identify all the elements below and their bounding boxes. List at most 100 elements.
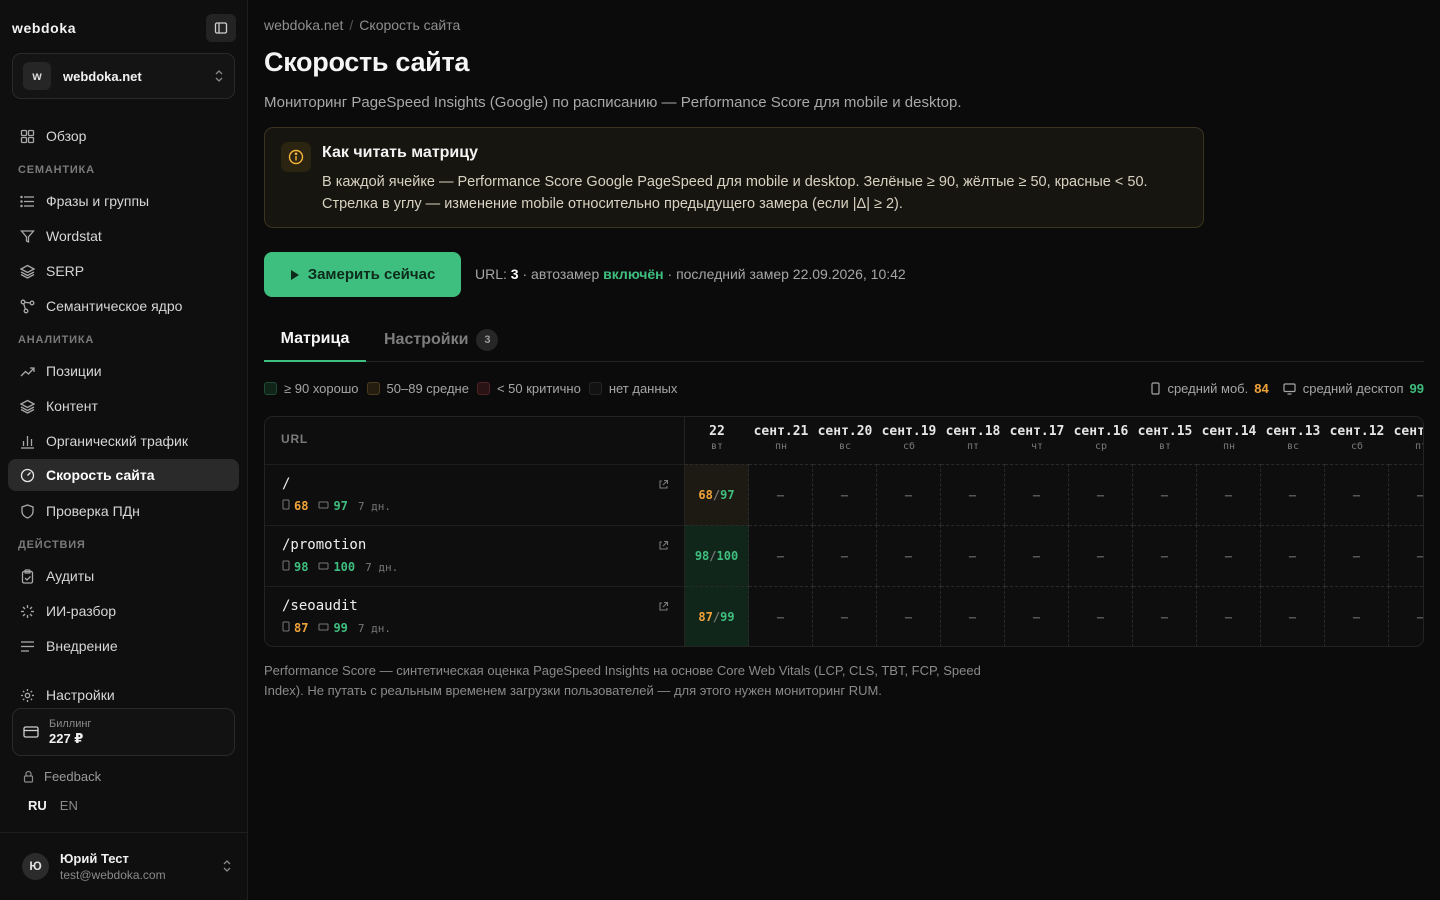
matrix-cell[interactable]: — <box>1197 586 1261 646</box>
tab-settings[interactable]: Настройки 3 <box>384 318 499 362</box>
matrix-cell[interactable]: — <box>1005 525 1069 586</box>
external-link-icon[interactable] <box>658 599 669 617</box>
lang-ru[interactable]: RU <box>28 798 47 813</box>
lock-icon <box>23 770 34 783</box>
billing-balance: 227 ₽ <box>49 730 84 746</box>
matrix-cell[interactable]: — <box>877 525 941 586</box>
matrix-cell[interactable]: — <box>813 525 877 586</box>
desktop-icon <box>1283 382 1296 395</box>
billing-card[interactable]: Биллинг 227 ₽ <box>12 708 235 756</box>
url-column: URL /68 97 7 дн./promotion 98 100 7 дн./seoau… <box>265 417 685 646</box>
tab-matrix[interactable]: Матрица <box>264 318 366 362</box>
table-row[interactable]: / 68 97 7 дн. <box>265 464 685 525</box>
matrix-cell[interactable]: — <box>1069 464 1133 525</box>
legend-swatch-bad <box>476 382 490 395</box>
matrix-cell[interactable]: — <box>813 464 877 525</box>
matrix-cell[interactable]: — <box>1133 586 1197 646</box>
sidebar-item-pdn-check[interactable]: Проверка ПДн <box>8 495 239 527</box>
matrix-cell[interactable]: — <box>749 464 813 525</box>
legend-good-label: ≥ 90 хорошо <box>284 381 359 396</box>
matrix-cell[interactable]: — <box>1261 525 1325 586</box>
legend-swatch-good <box>264 382 277 395</box>
matrix-cell[interactable]: — <box>1197 464 1261 525</box>
user-name: Юрий Тест <box>60 850 129 866</box>
matrix-cell[interactable]: — <box>1005 464 1069 525</box>
sidebar-item-content[interactable]: Контент <box>8 390 239 422</box>
matrix-cell[interactable]: — <box>813 586 877 646</box>
sidebar-item-settings[interactable]: Настройки <box>8 679 239 711</box>
matrix-cell[interactable]: — <box>1133 464 1197 525</box>
matrix-cell[interactable]: — <box>1005 586 1069 646</box>
breadcrumb: webdoka.net / Скорость сайта <box>264 17 460 33</box>
matrix-cell[interactable]: — <box>1261 586 1325 646</box>
sidebar-item-overview[interactable]: Обзор <box>8 120 239 152</box>
matrix-cell[interactable]: — <box>941 586 1005 646</box>
matrix-cell[interactable]: — <box>749 525 813 586</box>
matrix-cell[interactable]: 98/100 <box>685 525 749 586</box>
sidebar-item-label: Wordstat <box>46 228 102 244</box>
sidebar-item-wordstat[interactable]: Wordstat <box>8 220 239 252</box>
breadcrumb-root[interactable]: webdoka.net <box>264 17 343 33</box>
sidebar-item-site-speed[interactable]: Скорость сайта <box>8 459 239 491</box>
sidebar-item-audits[interactable]: Аудиты <box>8 560 239 592</box>
matrix-cell[interactable]: — <box>941 464 1005 525</box>
external-link-icon[interactable] <box>658 477 669 495</box>
url-path[interactable]: /seoaudit <box>282 598 358 614</box>
play-icon <box>290 269 299 280</box>
sidebar-item-organic-traffic[interactable]: Органический трафик <box>8 425 239 457</box>
lang-en[interactable]: EN <box>60 798 78 813</box>
matrix-cell[interactable]: — <box>1389 525 1423 586</box>
average-desktop-label: средний десктоп <box>1302 381 1404 396</box>
matrix-cell[interactable]: — <box>1133 525 1197 586</box>
table-row[interactable]: /seoaudit 87 99 7 дн. <box>265 586 685 646</box>
sidebar-item-semantic-core[interactable]: Семантическое ядро <box>8 290 239 322</box>
matrix-cell[interactable]: 68/97 <box>685 464 749 525</box>
sidebar-item-implementation[interactable]: Внедрение <box>8 630 239 662</box>
feedback-link[interactable]: Feedback <box>22 769 101 784</box>
date-label: сент.15 <box>1137 424 1193 439</box>
legend-bad-label: < 50 критично <box>496 381 581 396</box>
matrix-cell[interactable]: — <box>1261 464 1325 525</box>
measure-now-button[interactable]: Замерить сейчас <box>264 252 461 297</box>
collapse-sidebar-button[interactable] <box>206 14 236 42</box>
table-row[interactable]: /promotion 98 100 7 дн. <box>265 525 685 586</box>
brand-logo[interactable]: webdoka <box>12 20 76 36</box>
matrix-cell[interactable]: — <box>1389 586 1423 646</box>
user-menu[interactable]: Ю Юрий Тест test@webdoka.com <box>22 848 232 884</box>
empty-cell-dash: — <box>968 488 977 502</box>
divider <box>0 832 248 833</box>
legend-none-label: нет данных <box>608 381 678 396</box>
legend-good: ≥ 90 хорошо <box>264 381 359 396</box>
external-link-icon[interactable] <box>658 538 669 556</box>
layers-icon <box>19 263 35 279</box>
url-path[interactable]: /promotion <box>282 537 366 553</box>
sidebar-item-serp[interactable]: SERP <box>8 255 239 287</box>
matrix-cell[interactable]: — <box>877 464 941 525</box>
nav-section-semantics: СЕМАНТИКА <box>18 164 95 176</box>
matrix-cell[interactable]: — <box>1325 464 1389 525</box>
weekday-label: пн <box>1222 441 1236 452</box>
shield-icon <box>19 503 35 519</box>
gauge-icon <box>19 467 35 483</box>
matrix-cell[interactable]: 87/99 <box>685 586 749 646</box>
project-switcher[interactable]: w webdoka.net <box>12 53 235 99</box>
matrix-cell[interactable]: — <box>1069 586 1133 646</box>
matrix-cell[interactable]: — <box>1197 525 1261 586</box>
matrix-cell[interactable]: — <box>1389 464 1423 525</box>
matrix-cell[interactable]: — <box>941 525 1005 586</box>
sidebar-item-label: Проверка ПДн <box>46 503 140 519</box>
sidebar-item-ai-analysis[interactable]: ИИ-разбор <box>8 595 239 627</box>
matrix-cell[interactable]: — <box>749 586 813 646</box>
matrix-cell[interactable]: — <box>1325 586 1389 646</box>
matrix-cell[interactable]: — <box>1069 525 1133 586</box>
matrix-cell[interactable]: — <box>1325 525 1389 586</box>
empty-cell-dash: — <box>1352 549 1361 563</box>
mobile-icon <box>282 499 290 513</box>
empty-cell-dash: — <box>1096 549 1105 563</box>
sidebar-item-phrases[interactable]: Фразы и группы <box>8 185 239 217</box>
sidebar-item-positions[interactable]: Позиции <box>8 355 239 387</box>
project-name: webdoka.net <box>63 68 142 84</box>
matrix-cell[interactable]: — <box>877 586 941 646</box>
url-path[interactable]: / <box>282 476 290 492</box>
weekday-label: вт <box>1158 441 1172 452</box>
